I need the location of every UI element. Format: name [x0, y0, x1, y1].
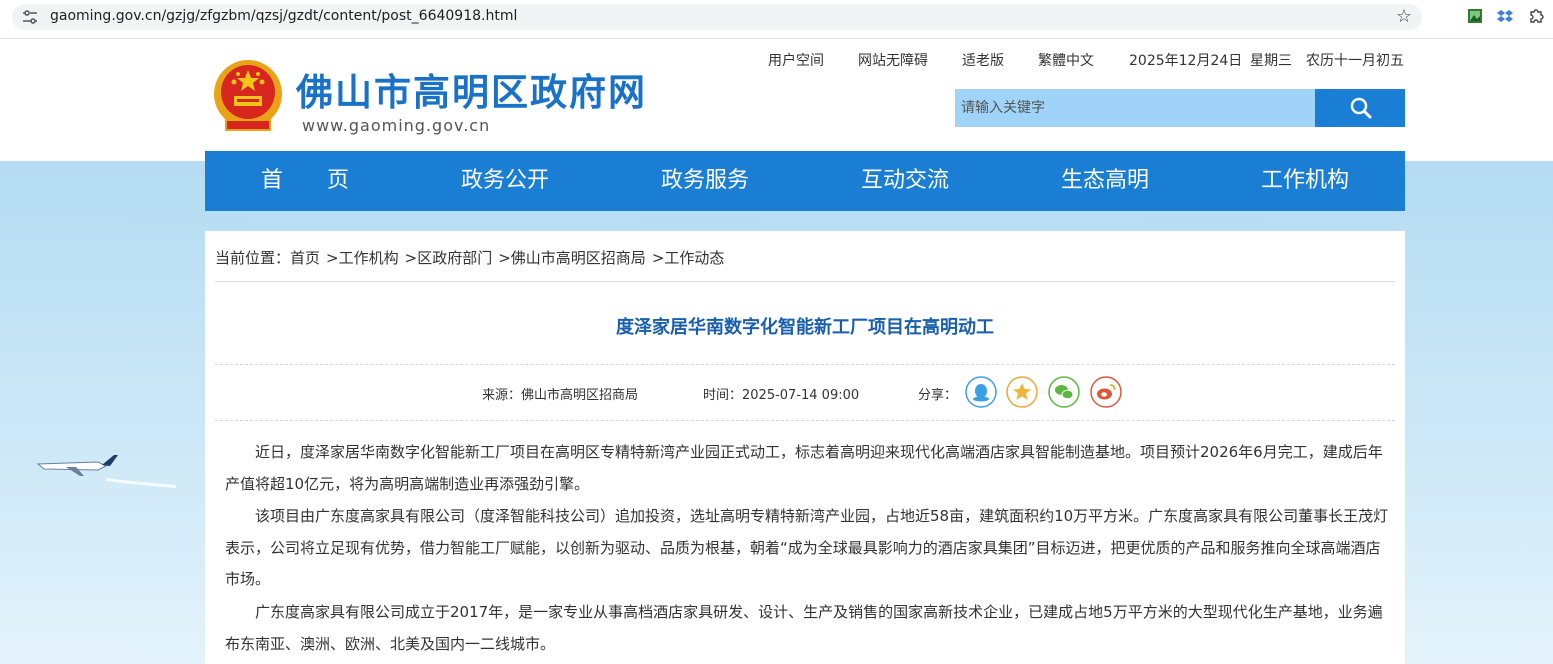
divider [215, 364, 1395, 365]
article-time: 时间：2025-07-14 09:00 [703, 388, 860, 403]
airplane-decoration [36, 455, 176, 488]
search-icon [1350, 97, 1372, 119]
breadcrumb-separator: > [651, 249, 665, 267]
article-source: 来源：佛山市高明区招商局 [482, 388, 639, 403]
extension-dropbox-icon[interactable] [1497, 8, 1513, 24]
accessibility-link[interactable]: 网站无障碍 [858, 50, 928, 70]
elderly-mode-link[interactable]: 适老版 [962, 50, 1004, 70]
current-weekday: 星期三 [1250, 53, 1292, 69]
site-url: www.gaoming.gov.cn [302, 116, 491, 135]
site-settings-icon[interactable] [22, 9, 38, 25]
search-box [955, 89, 1315, 127]
nav-work-agencies[interactable]: 工作机构 [1205, 151, 1405, 211]
nav-government-services[interactable]: 政务服务 [605, 151, 805, 211]
qq-icon[interactable] [965, 376, 997, 408]
address-bar[interactable]: gaoming.gov.cn/gzjg/zfgzbm/qzsj/gzdt/con… [12, 4, 1422, 30]
nav-government-affairs[interactable]: 政务公开 [405, 151, 605, 211]
divider [215, 281, 1395, 282]
article-title: 度泽家居华南数字化智能新工厂项目在高明动工 [616, 317, 994, 338]
breadcrumb-item-agencies[interactable]: 工作机构 [339, 249, 399, 267]
wechat-icon[interactable] [1048, 376, 1080, 408]
breadcrumb-separator: > [404, 249, 418, 267]
traditional-chinese-link[interactable]: 繁體中文 [1038, 50, 1094, 70]
divider [215, 420, 1395, 421]
bookmark-star-icon[interactable]: ☆ [1396, 6, 1412, 27]
nav-home[interactable]: 首 页 [205, 151, 405, 211]
breadcrumb-separator: > [326, 249, 339, 267]
article-paragraph: 广东度高家具有限公司成立于2017年，是一家专业从事高档酒店家具研发、设计、生产… [225, 603, 1383, 653]
site-title[interactable]: 佛山市高明区政府网 [296, 62, 647, 116]
breadcrumb-item-bureau[interactable]: 佛山市高明区招商局 [511, 249, 646, 267]
article-paragraph: 近日，度泽家居华南数字化智能新工厂项目在高明区专精特新湾产业园正式动工，标志着高… [225, 443, 1383, 493]
breadcrumb-prefix: 当前位置： [215, 249, 291, 267]
breadcrumb-item-departments[interactable]: 区政府部门 [417, 249, 492, 267]
breadcrumb-separator: > [498, 249, 511, 267]
main-nav: 首 页 政务公开 政务服务 互动交流 生态高明 工作机构 [205, 151, 1405, 211]
breadcrumb-item-home[interactable]: 首页 [290, 249, 320, 267]
content-panel: 当前位置：首页 >工作机构 >区政府部门 >佛山市高明区招商局 >工作动态 度泽家居华南… [205, 231, 1405, 664]
nav-ecology[interactable]: 生态高明 [1005, 151, 1205, 211]
extensions-puzzle-icon[interactable] [1528, 8, 1544, 24]
search-button[interactable] [1315, 89, 1405, 127]
lunar-date: 农历十一月初五 [1306, 53, 1404, 69]
browser-toolbar: gaoming.gov.cn/gzjg/zfgzbm/qzsj/gzdt/con… [0, 0, 1553, 39]
search-input[interactable] [955, 89, 1315, 127]
breadcrumb: 当前位置：首页 >工作机构 >区政府部门 >佛山市高明区招商局 >工作动态 [215, 247, 724, 268]
article-paragraph: 该项目由广东度高家具有限公司（度泽智能科技公司）追加投资，选址高明专精特新湾产业… [225, 507, 1389, 588]
weibo-icon[interactable] [1090, 376, 1122, 408]
national-emblem-icon [214, 60, 282, 131]
breadcrumb-item-news[interactable]: 工作动态 [664, 249, 724, 267]
share-label: 分享： [918, 388, 958, 403]
nav-interaction[interactable]: 互动交流 [805, 151, 1005, 211]
user-space-link[interactable]: 用户空间 [768, 50, 824, 70]
current-date: 2025年12月24日 [1129, 53, 1243, 69]
url-text[interactable]: gaoming.gov.cn/gzjg/zfgzbm/qzsj/gzdt/con… [50, 8, 517, 24]
qzone-icon[interactable] [1006, 376, 1038, 408]
extension-image-icon[interactable] [1467, 8, 1483, 24]
